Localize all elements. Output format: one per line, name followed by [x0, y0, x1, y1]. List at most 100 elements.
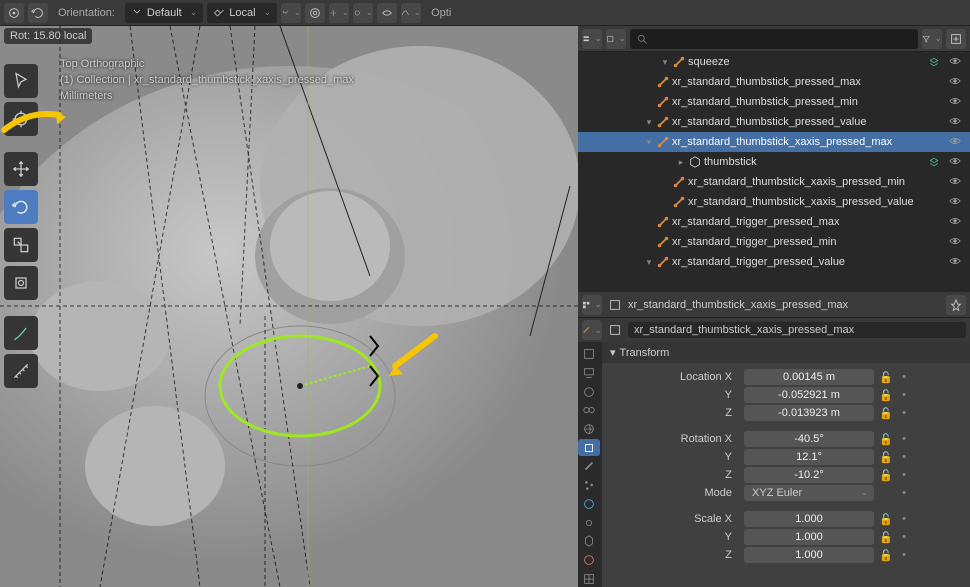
search-input[interactable] [652, 33, 912, 45]
outliner-view-icon[interactable]: ⌄ [606, 29, 626, 49]
scale-tool[interactable] [4, 228, 38, 262]
visibility-icon[interactable] [948, 194, 962, 211]
dot-icon[interactable]: • [896, 431, 912, 447]
dot-icon[interactable]: • [896, 387, 912, 403]
lock-icon[interactable]: 🔓 [878, 467, 894, 483]
annotate-tool[interactable] [4, 316, 38, 350]
tree-row[interactable]: ▸thumbstick [578, 152, 970, 172]
tab-constraints[interactable] [578, 514, 600, 531]
tree-row[interactable]: xr_standard_thumbstick_pressed_min [578, 92, 970, 112]
tab-data[interactable] [578, 533, 600, 550]
visibility-icon[interactable] [948, 154, 962, 171]
tree-row[interactable]: ▾xr_standard_thumbstick_xaxis_pressed_ma… [578, 132, 970, 152]
tree-row[interactable]: xr_standard_thumbstick_pressed_max [578, 72, 970, 92]
rotate-tool[interactable] [4, 190, 38, 224]
tab-object[interactable] [578, 439, 600, 456]
visibility-icon[interactable] [948, 234, 962, 251]
lock-icon[interactable]: 🔓 [878, 387, 894, 403]
scale-z-field[interactable]: 1.000 [744, 547, 874, 563]
curve-icon[interactable]: ⌄ [401, 3, 421, 23]
editor-type-icon[interactable] [4, 3, 24, 23]
dot-icon[interactable]: • [896, 485, 912, 501]
new-collection-icon[interactable] [946, 29, 966, 49]
visibility-icon[interactable] [948, 74, 962, 91]
tab-viewlayer[interactable] [578, 383, 600, 400]
tab-modifiers[interactable] [578, 458, 600, 475]
tree-row[interactable]: xr_standard_trigger_pressed_min [578, 232, 970, 252]
lock-icon[interactable]: 🔓 [878, 431, 894, 447]
tab-scene[interactable] [578, 402, 600, 419]
visibility-icon[interactable] [948, 214, 962, 231]
visibility-icon[interactable] [948, 54, 962, 71]
rotation-x-field[interactable]: -40.5° [744, 431, 874, 447]
dot-icon[interactable]: • [896, 547, 912, 563]
move-tool[interactable] [4, 152, 38, 186]
rotation-z-field[interactable]: -10.2° [744, 467, 874, 483]
lock-icon[interactable]: 🔓 [878, 369, 894, 385]
visibility-icon[interactable] [948, 134, 962, 151]
rotation-y-field[interactable]: 12.1° [744, 449, 874, 465]
location-x-field[interactable]: 0.00145 m [744, 369, 874, 385]
proportional-icon[interactable] [305, 3, 325, 23]
dot-icon[interactable]: • [896, 511, 912, 527]
transform-tool[interactable] [4, 266, 38, 300]
dot-icon[interactable]: • [896, 467, 912, 483]
filter-icon[interactable]: ⌄ [922, 29, 942, 49]
object-name-field[interactable]: xr_standard_thumbstick_xaxis_pressed_max [628, 322, 966, 338]
expand-toggle[interactable]: ▾ [642, 257, 656, 268]
tab-world[interactable] [578, 421, 600, 438]
outliner-search[interactable] [630, 29, 918, 49]
visibility-icon[interactable] [948, 114, 962, 131]
dot-icon[interactable]: • [896, 369, 912, 385]
orientation-select[interactable]: Default ⌄ [125, 3, 203, 23]
select-tool[interactable] [4, 64, 38, 98]
visibility-icon[interactable] [948, 94, 962, 111]
gizmo-icon[interactable]: ⌄ [353, 3, 373, 23]
tab-texture[interactable] [578, 570, 600, 587]
lock-icon[interactable]: 🔓 [878, 405, 894, 421]
viewport-3d[interactable]: Rot: 15.80 local Top Orthographic (1) Co… [0, 26, 578, 587]
expand-toggle[interactable]: ▾ [642, 117, 656, 128]
tree-row[interactable]: ▾xr_standard_thumbstick_pressed_value [578, 112, 970, 132]
lock-icon[interactable]: 🔓 [878, 529, 894, 545]
outliner-tree[interactable]: ▾squeezexr_standard_thumbstick_pressed_m… [578, 52, 970, 292]
panel-transform-header[interactable]: ▾ Transform [602, 342, 970, 363]
tab-material[interactable] [578, 552, 600, 569]
location-z-field[interactable]: -0.013923 m [744, 405, 874, 421]
tree-row[interactable]: ▾squeeze [578, 52, 970, 72]
refresh-icon[interactable] [28, 3, 48, 23]
expand-toggle[interactable]: ▸ [674, 157, 688, 168]
tree-row[interactable]: xr_standard_trigger_pressed_max [578, 212, 970, 232]
overlay-visibility-icon[interactable] [377, 3, 397, 23]
cursor-tool[interactable] [4, 102, 38, 136]
mirror-icon[interactable]: ⌄ [329, 3, 349, 23]
lock-icon[interactable]: 🔓 [878, 547, 894, 563]
tree-row[interactable]: xr_standard_thumbstick_xaxis_pressed_val… [578, 192, 970, 212]
visibility-icon[interactable] [948, 174, 962, 191]
pivot-select[interactable]: Local ⌄ [207, 3, 277, 23]
rotation-mode-select[interactable]: XYZ Euler ⌄ [744, 485, 874, 501]
measure-tool[interactable] [4, 354, 38, 388]
tab-render[interactable] [578, 346, 600, 363]
scale-y-field[interactable]: 1.000 [744, 529, 874, 545]
lock-icon[interactable]: 🔓 [878, 449, 894, 465]
snap-icon[interactable]: ⌄ [281, 3, 301, 23]
expand-toggle[interactable]: ▾ [642, 137, 656, 148]
tab-output[interactable] [578, 365, 600, 382]
dot-icon[interactable]: • [896, 529, 912, 545]
bone-data-icon[interactable]: ⌄ [582, 320, 602, 340]
scale-x-field[interactable]: 1.000 [744, 511, 874, 527]
dot-icon[interactable]: • [896, 405, 912, 421]
tab-physics[interactable] [578, 496, 600, 513]
lock-icon[interactable]: 🔓 [878, 511, 894, 527]
dot-icon[interactable]: • [896, 449, 912, 465]
tree-row[interactable]: ▾xr_standard_trigger_pressed_value [578, 252, 970, 272]
location-y-field[interactable]: -0.052921 m [744, 387, 874, 403]
visibility-icon[interactable] [948, 254, 962, 271]
tab-particles[interactable] [578, 477, 600, 494]
outliner-display-mode[interactable]: ⌄ [582, 29, 602, 49]
properties-editor-icon[interactable]: ⌄ [582, 295, 602, 315]
tree-row[interactable]: xr_standard_thumbstick_xaxis_pressed_min [578, 172, 970, 192]
pin-icon[interactable] [946, 295, 966, 315]
expand-toggle[interactable]: ▾ [658, 57, 672, 68]
